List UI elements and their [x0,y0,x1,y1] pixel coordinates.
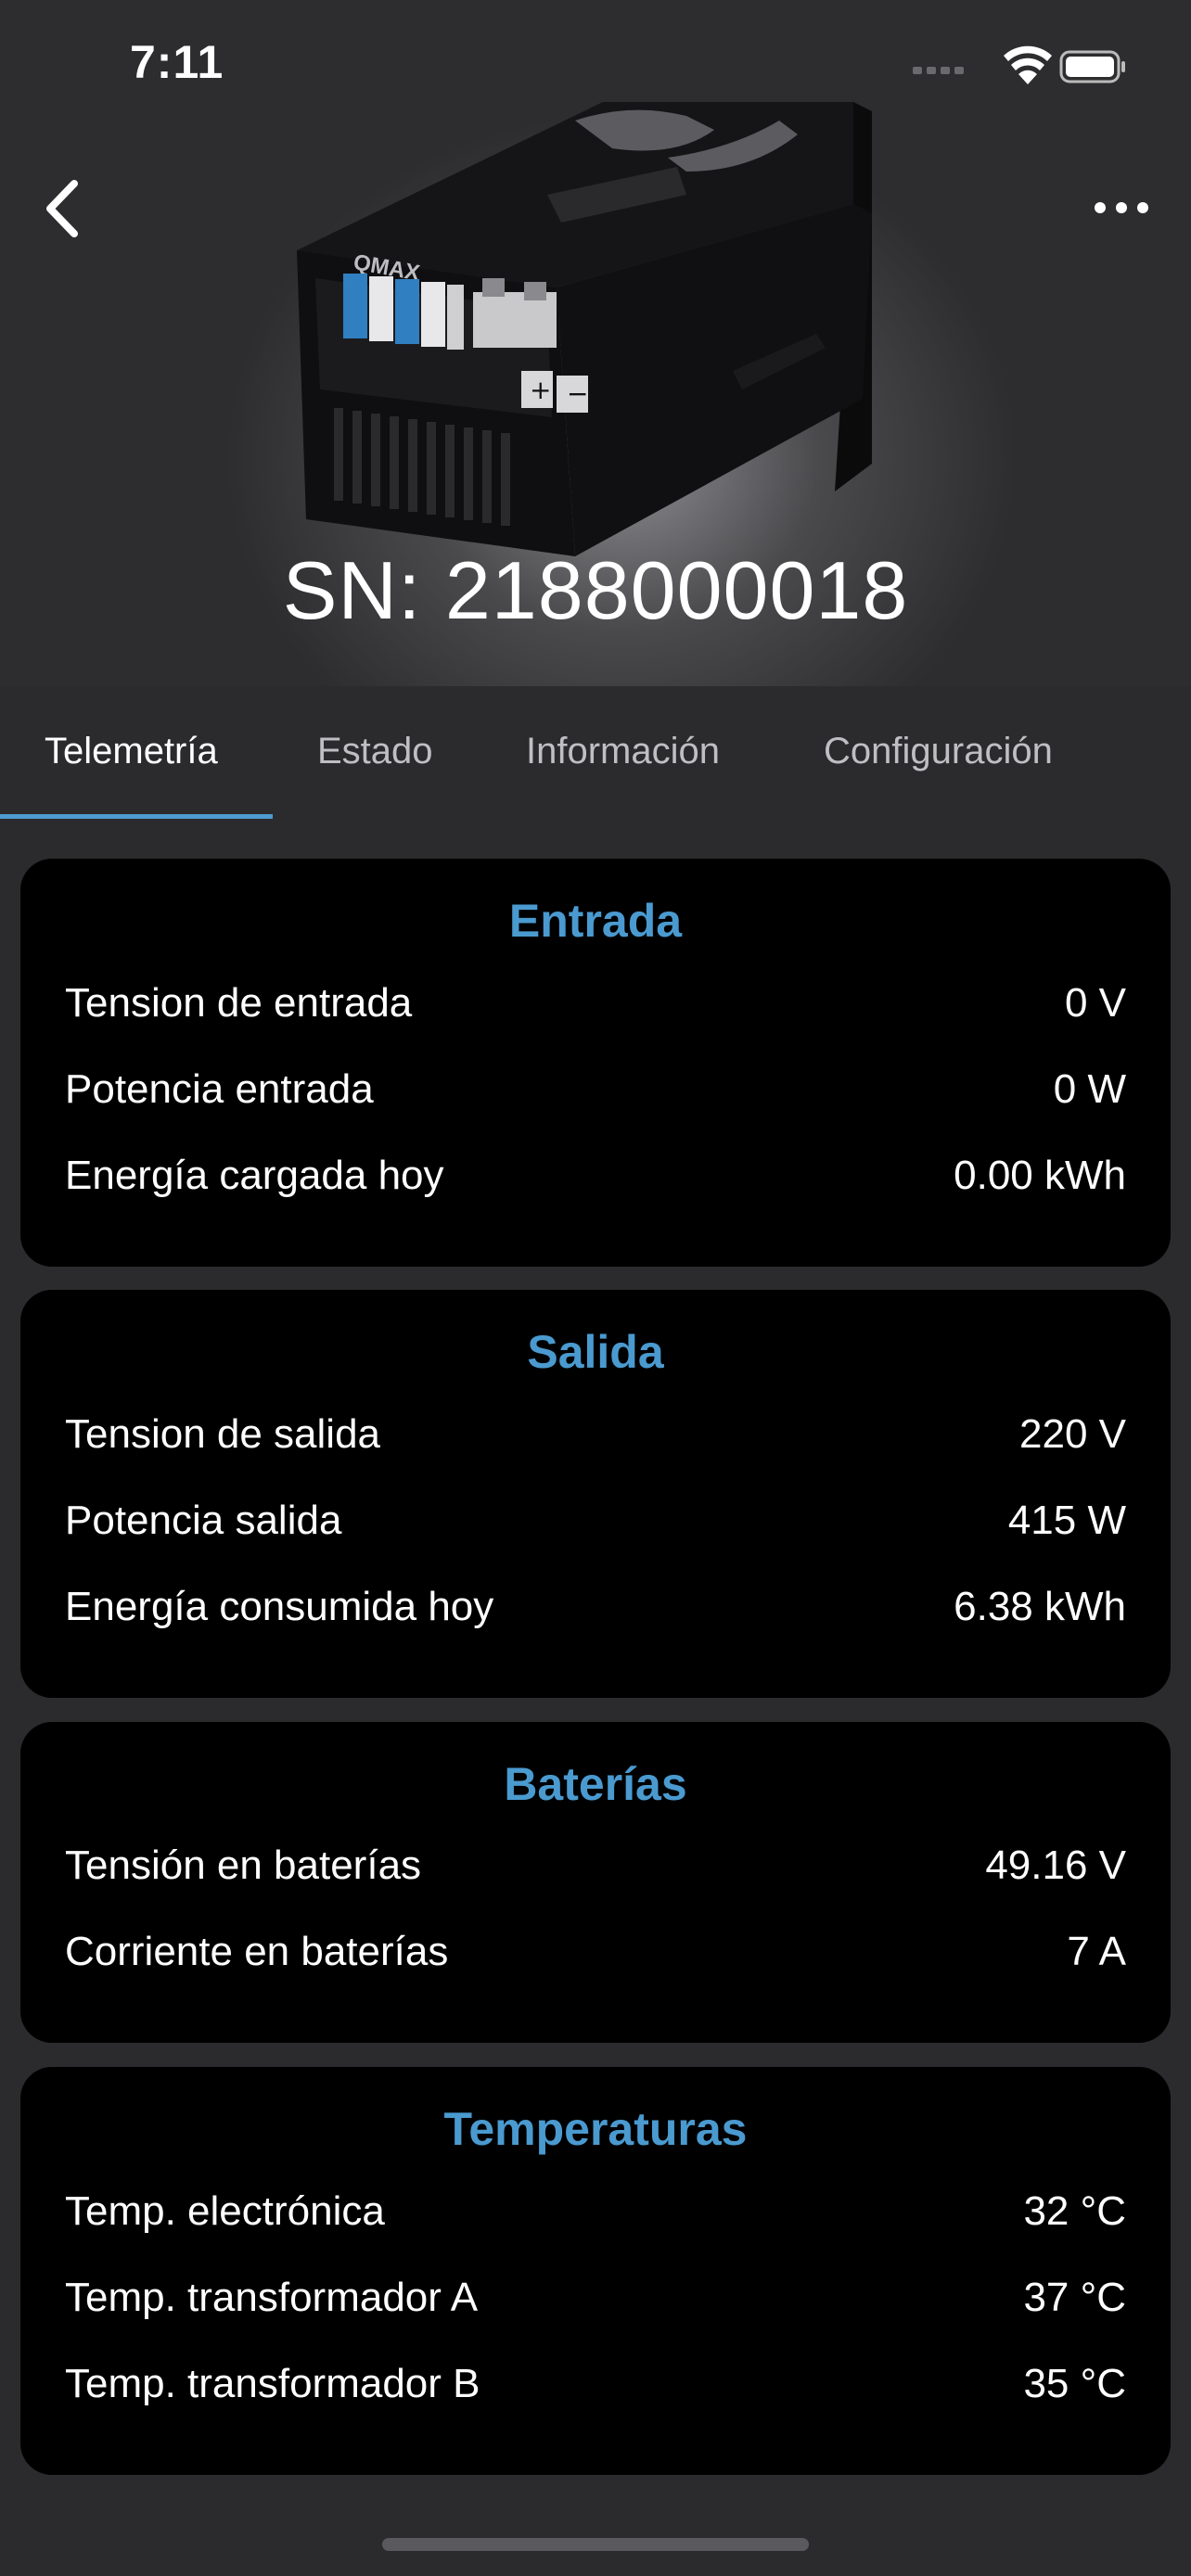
tab-bar: Telemetría Estado Información Configurac… [0,686,1191,821]
telemetry-row: Potencia entrada 0 W [65,1066,1126,1122]
row-label: Potencia salida [65,1498,342,1543]
row-label: Energía consumida hoy [65,1584,494,1629]
card-title: Salida [527,1326,664,1378]
row-value: 0.00 kWh [954,1153,1126,1198]
row-value: 7 A [1067,1929,1126,1974]
wifi-icon [1004,45,1052,84]
more-dots-icon[interactable] [1089,185,1154,223]
battery-icon [1059,50,1125,83]
row-value: 0 W [1053,1066,1126,1112]
card-baterias: Baterías Tensión en baterías 49.16 V Cor… [20,1722,1171,2043]
telemetry-row: Potencia salida 415 W [65,1498,1126,1553]
inverter-device-image: QMAX + − [297,102,872,556]
active-tab-indicator [0,814,273,819]
card-title: Temperaturas [443,2103,748,2155]
card-title: Entrada [508,895,683,947]
telemetry-row: Tensión en baterías 49.16 V [65,1843,1126,1898]
status-time: 7:11 [130,36,224,88]
row-label: Potencia entrada [65,1066,374,1112]
telemetry-row: Temp. electrónica 32 °C [65,2188,1126,2244]
row-value: 220 V [1019,1411,1126,1457]
telemetry-row: Tension de salida 220 V [65,1411,1126,1467]
row-label: Temp. transformador A [65,2275,479,2320]
telemetry-row: Energía consumida hoy 6.38 kWh [65,1584,1126,1639]
row-label: Temp. electrónica [65,2188,385,2234]
row-label: Tensión en baterías [65,1843,422,1888]
telemetry-row: Temp. transformador A 37 °C [65,2275,1126,2330]
row-value: 0 V [1064,980,1126,1026]
back-chevron-icon[interactable] [37,176,93,241]
row-label: Tension de entrada [65,980,413,1026]
telemetry-row: Tension de entrada 0 V [65,980,1126,1036]
serial-number: SN: 2188000018 [282,544,909,636]
row-value: 49.16 V [985,1843,1126,1888]
device-header: 7:11 QMAX + − SN: 2188000018 [0,0,1191,686]
svg-text:−: − [567,378,588,409]
card-temperaturas: Temperaturas Temp. electrónica 32 °C Tem… [20,2067,1171,2475]
signal-icon [913,67,964,74]
row-value: 6.38 kWh [954,1584,1126,1629]
card-title: Baterías [504,1758,687,1810]
row-label: Temp. transformador B [65,2361,480,2406]
telemetry-row: Corriente en baterías 7 A [65,1929,1126,1984]
row-label: Energía cargada hoy [65,1153,444,1198]
tab-estado[interactable]: Estado [317,731,433,772]
row-label: Corriente en baterías [65,1929,449,1974]
tab-informacion[interactable]: Información [526,731,720,772]
home-indicator [382,2538,809,2551]
row-value: 32 °C [1023,2188,1126,2234]
card-salida: Salida Tension de salida 220 V Potencia … [20,1290,1171,1698]
row-value: 37 °C [1023,2275,1126,2320]
tab-configuracion[interactable]: Configuración [824,731,1053,772]
telemetry-row: Temp. transformador B 35 °C [65,2361,1126,2417]
tab-telemetria[interactable]: Telemetría [45,731,218,772]
telemetry-row: Energía cargada hoy 0.00 kWh [65,1153,1126,1208]
card-entrada: Entrada Tension de entrada 0 V Potencia … [20,859,1171,1267]
row-value: 35 °C [1023,2361,1126,2406]
row-value: 415 W [1007,1498,1126,1543]
svg-text:+: + [530,375,551,405]
status-icons [913,45,1125,84]
row-label: Tension de salida [65,1411,381,1457]
